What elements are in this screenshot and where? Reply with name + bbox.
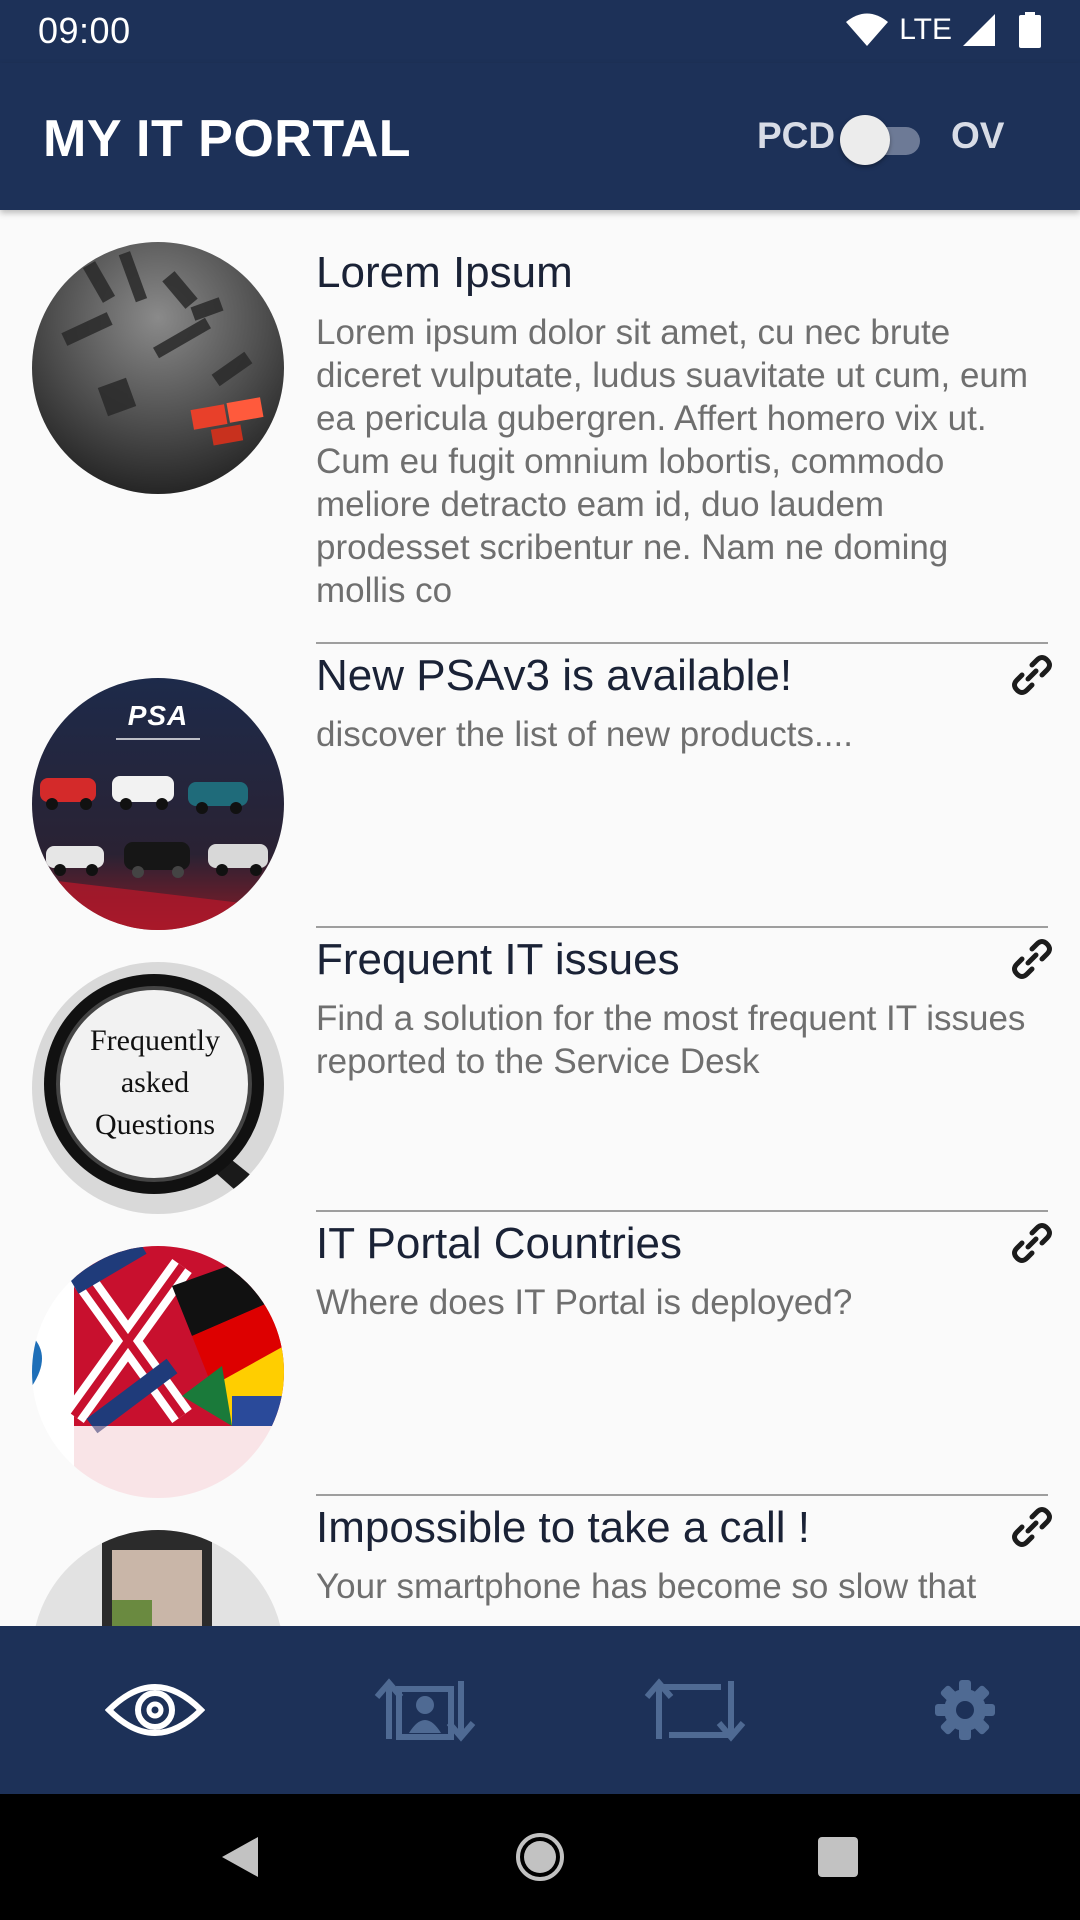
psa-logo-text: PSA [127, 700, 189, 731]
news-title: Impossible to take a call ! [316, 1503, 811, 1552]
link-icon[interactable] [1012, 1223, 1052, 1263]
nav-repeat-button[interactable] [560, 1626, 830, 1794]
link-icon[interactable] [1012, 655, 1052, 695]
status-icons: LTE [845, 12, 1042, 48]
app-title: MY IT PORTAL [43, 110, 412, 168]
back-button[interactable] [200, 1794, 280, 1920]
gear-icon [935, 1680, 995, 1740]
news-title: Frequent IT issues [316, 935, 680, 984]
list-item[interactable]: Frequently asked Questions Frequent IT i… [0, 929, 1080, 1214]
toggle-knob [840, 115, 890, 165]
news-thumbnail [32, 1246, 284, 1498]
divider [316, 1210, 1048, 1212]
bottom-navigation [0, 1626, 1080, 1794]
list-item[interactable]: IT Portal Countries Where does IT Portal… [0, 1213, 1080, 1498]
mode-toggle[interactable] [840, 115, 920, 165]
news-thumbnail [32, 1530, 284, 1626]
recents-icon [818, 1837, 858, 1877]
profile-transfer-icon [374, 1678, 476, 1742]
status-bar: 09:00 LTE [0, 0, 1080, 63]
wifi-icon [846, 13, 889, 46]
app-bar: MY IT PORTAL PCD OV [0, 63, 1080, 210]
divider [316, 1494, 1048, 1496]
news-description: Your smartphone has become so slow that [316, 1567, 977, 1606]
list-item[interactable]: PSA New PSAv3 is available! discover the… [0, 645, 1080, 930]
nav-settings-button[interactable] [830, 1626, 1080, 1794]
status-time: 09:00 [38, 10, 131, 51]
news-thumbnail: PSA [32, 678, 284, 930]
news-description: Lorem ipsum dolor sit amet, cu nec brute… [316, 313, 1029, 610]
news-description: discover the list of new products.... [316, 715, 853, 754]
toggle-left-label: PCD [757, 115, 836, 156]
recents-button[interactable] [798, 1794, 878, 1920]
news-title: New PSAv3 is available! [316, 651, 793, 700]
nav-profile-transfer-button[interactable] [290, 1626, 560, 1794]
home-icon [516, 1833, 564, 1881]
eye-icon [105, 1684, 205, 1736]
toggle-right-label: OV [951, 115, 1005, 156]
list-item[interactable]: Impossible to take a call ! Your smartph… [0, 1497, 1080, 1626]
news-thumbnail [32, 242, 284, 494]
cell-signal-icon [963, 14, 995, 46]
image-dark-letters [32, 242, 284, 494]
nav-eye-button[interactable] [20, 1626, 290, 1794]
news-title: IT Portal Countries [316, 1219, 683, 1268]
link-icon[interactable] [1012, 939, 1052, 979]
news-thumbnail: Frequently asked Questions [32, 962, 284, 1214]
faq-image-text: Frequently asked Questions [90, 1024, 220, 1141]
news-list[interactable]: Lorem Ipsum Lorem ipsum dolor sit amet, … [0, 210, 1080, 1626]
list-item[interactable]: Lorem Ipsum Lorem ipsum dolor sit amet, … [0, 210, 1080, 645]
news-title: Lorem Ipsum [316, 248, 573, 297]
repeat-icon [644, 1678, 746, 1742]
news-description: Find a solution for the most frequent IT… [316, 999, 1026, 1081]
news-description: Where does IT Portal is deployed? [316, 1283, 853, 1322]
link-icon[interactable] [1012, 1507, 1052, 1547]
divider [316, 642, 1048, 644]
home-button[interactable] [500, 1794, 580, 1920]
system-navigation-bar [0, 1794, 1080, 1920]
image-flags [32, 1246, 284, 1498]
back-icon [222, 1837, 258, 1877]
network-type: LTE [899, 13, 952, 46]
image-smartphone [32, 1530, 284, 1626]
battery-icon [1019, 12, 1041, 48]
divider [316, 926, 1048, 928]
